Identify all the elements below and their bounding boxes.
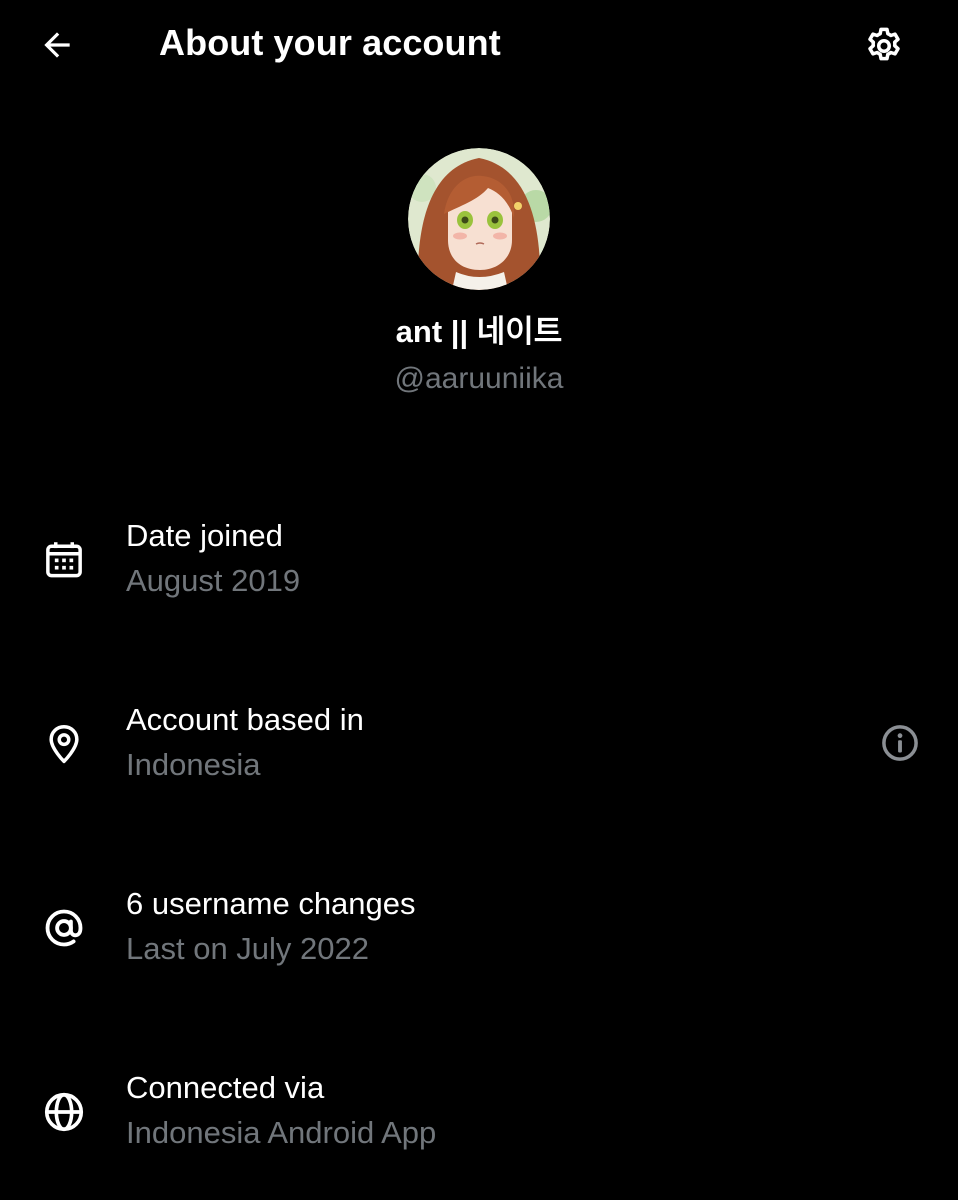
account-based-in-value: Indonesia [126, 747, 261, 782]
page-title: About your account [159, 22, 501, 63]
location-pin-icon [38, 718, 90, 770]
username-handle: @aaruuniika [394, 362, 564, 395]
username-changes-value: Last on July 2022 [126, 931, 370, 966]
top-app-bar: About your account [0, 0, 958, 90]
date-joined-row: Date joined August 2019 [0, 510, 958, 610]
username-changes-row: 6 username changes Last on July 2022 [0, 878, 958, 978]
arrow-left-icon [44, 32, 70, 58]
info-button[interactable] [876, 719, 924, 767]
back-button[interactable] [34, 24, 80, 66]
username-changes-label: 6 username changes [126, 886, 416, 921]
avatar[interactable] [408, 148, 550, 290]
connected-via-row: Connected via Indonesia Android App [0, 1062, 958, 1162]
globe-icon [38, 1086, 90, 1138]
settings-button[interactable] [860, 22, 908, 70]
profile-section: ant || 네이트 @aaruuniika [0, 148, 958, 398]
connected-via-value: Indonesia Android App [126, 1115, 437, 1150]
gear-icon [868, 27, 900, 61]
date-joined-value: August 2019 [126, 563, 301, 598]
display-name: ant || 네이트 [395, 314, 563, 349]
account-based-in-row: Account based in Indonesia [0, 694, 958, 794]
at-sign-icon [38, 902, 90, 954]
account-based-in-label: Account based in [126, 702, 364, 737]
calendar-icon [38, 534, 90, 586]
avatar-illustration [408, 148, 550, 290]
info-icon [882, 725, 918, 761]
connected-via-label: Connected via [126, 1070, 325, 1105]
date-joined-label: Date joined [126, 518, 283, 553]
